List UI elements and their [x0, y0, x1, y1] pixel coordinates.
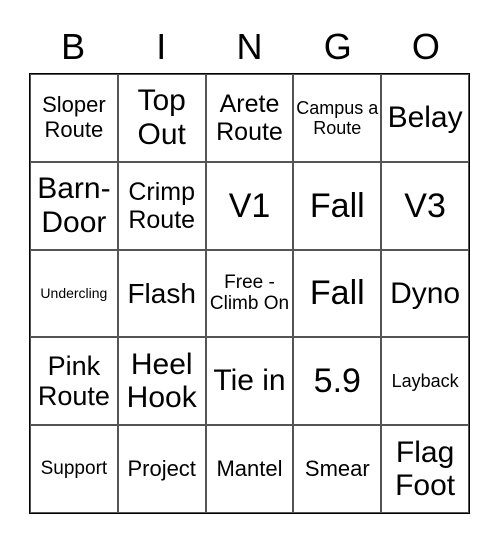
- bingo-cell[interactable]: Fall: [293, 161, 382, 250]
- bingo-cell[interactable]: Mantel: [205, 425, 294, 513]
- bingo-cell[interactable]: 5.9: [293, 337, 382, 426]
- bingo-cell[interactable]: Belay: [381, 74, 469, 162]
- bingo-cell[interactable]: Top Out: [117, 74, 206, 162]
- bingo-cell[interactable]: Free - Climb On: [205, 249, 294, 338]
- header-letter-b: B: [61, 26, 86, 67]
- header-letter-o: O: [411, 26, 440, 67]
- bingo-cell[interactable]: Undercling: [30, 249, 118, 338]
- bingo-header: B I N G O: [29, 22, 470, 72]
- bingo-cell[interactable]: Crimp Route: [117, 161, 206, 250]
- bingo-cell[interactable]: V1: [205, 161, 294, 250]
- bingo-cell[interactable]: Sloper Route: [30, 74, 118, 162]
- bingo-cell[interactable]: Pink Route: [30, 337, 118, 426]
- bingo-grid: Sloper Route Top Out Arete Route Campus …: [29, 73, 470, 514]
- bingo-cell[interactable]: V3: [381, 161, 469, 250]
- bingo-cell[interactable]: Flash: [117, 249, 206, 338]
- bingo-cell[interactable]: Project: [117, 425, 206, 513]
- bingo-cell[interactable]: Arete Route: [205, 74, 294, 162]
- bingo-cell[interactable]: Smear: [293, 425, 382, 513]
- header-letter-n: N: [236, 26, 263, 67]
- bingo-cell[interactable]: Heel Hook: [117, 337, 206, 426]
- header-letter-i: I: [156, 26, 167, 67]
- header-letter-g: G: [323, 26, 352, 67]
- bingo-cell[interactable]: Flag Foot: [381, 425, 469, 513]
- bingo-cell[interactable]: Support: [30, 425, 118, 513]
- bingo-cell[interactable]: Barn- Door: [30, 161, 118, 250]
- bingo-cell[interactable]: Layback: [381, 337, 469, 426]
- bingo-cell[interactable]: Campus a Route: [293, 74, 382, 162]
- bingo-cell[interactable]: Tie in: [205, 337, 294, 426]
- bingo-cell[interactable]: Dyno: [381, 249, 469, 338]
- bingo-cell[interactable]: Fall: [293, 249, 382, 338]
